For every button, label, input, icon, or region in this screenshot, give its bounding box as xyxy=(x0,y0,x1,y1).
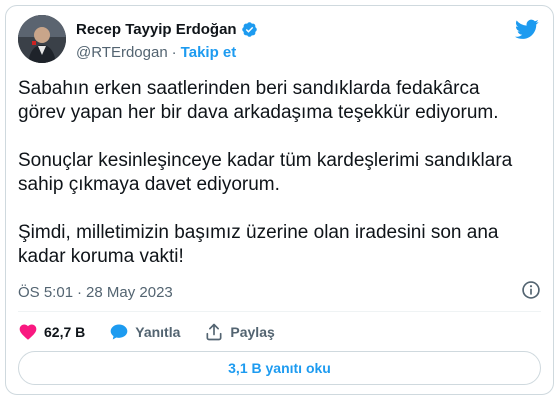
display-name[interactable]: Recep Tayyip Erdoğan xyxy=(76,21,237,38)
tweet-card: Recep Tayyip Erdoğan @RTErdogan · Takip … xyxy=(5,5,554,395)
like-count: 62,7 B xyxy=(44,324,86,340)
tweet-paragraph: Sabahın erken saatlerinden beri sandıkla… xyxy=(18,78,499,123)
tweet-header: Recep Tayyip Erdoğan @RTErdogan · Takip … xyxy=(18,15,541,63)
tweet-date: 28 May 2023 xyxy=(86,284,173,301)
tweet-actions: 62,7 B Yanıtla Paylaş xyxy=(18,319,299,345)
tweet-text: Sabahın erken saatlerinden beri sandıkla… xyxy=(18,77,538,269)
avatar-image xyxy=(18,15,66,63)
meta-separator: · xyxy=(77,284,83,301)
tweet-paragraph: Sonuçlar kesinleşinceye kadar tüm kardeş… xyxy=(18,150,513,195)
like-button[interactable]: 62,7 B xyxy=(18,322,85,342)
tweet-timestamp[interactable]: ÖS 5:01 · 28 May 2023 xyxy=(18,284,173,301)
follow-button[interactable]: Takip et xyxy=(181,44,237,61)
share-icon xyxy=(206,323,222,341)
handle[interactable]: @RTErdogan xyxy=(76,44,168,61)
divider xyxy=(18,311,541,312)
twitter-bird-icon[interactable] xyxy=(515,17,539,41)
info-icon[interactable] xyxy=(521,280,541,300)
heart-icon xyxy=(19,324,37,340)
reply-label: Yanıtla xyxy=(135,324,181,340)
read-replies-button[interactable]: 3,1 B yanıtı oku xyxy=(18,351,541,385)
name-row: Recep Tayyip Erdoğan xyxy=(76,21,258,38)
speech-bubble-icon xyxy=(110,324,128,340)
tweet-paragraph: Şimdi, milletimizin başımız üzerine olan… xyxy=(18,222,499,267)
reply-button[interactable]: Yanıtla xyxy=(109,322,180,342)
share-label: Paylaş xyxy=(230,324,275,340)
verified-badge-icon xyxy=(241,22,257,37)
separator-dot: · xyxy=(171,44,177,61)
share-button[interactable]: Paylaş xyxy=(204,322,275,342)
tweet-time: ÖS 5:01 xyxy=(18,284,74,301)
avatar[interactable] xyxy=(18,15,66,63)
handle-row: @RTErdogan · Takip et xyxy=(76,44,236,61)
